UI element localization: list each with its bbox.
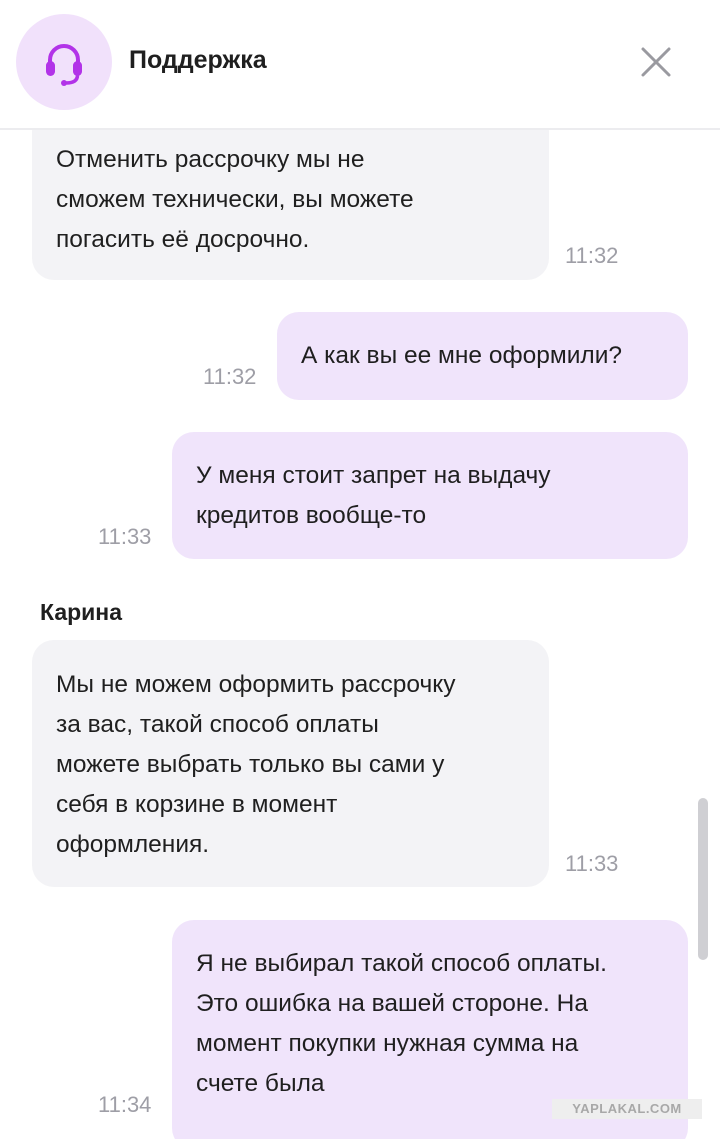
message-text: А как вы ее мне оформили? (301, 342, 623, 369)
message-time: 11:32 (565, 243, 619, 268)
message-list[interactable]: Отменить рассрочку мы не сможем техничес… (0, 130, 720, 1139)
headset-icon (46, 44, 82, 86)
message-text: Отменить рассрочку мы не сможем техничес… (56, 146, 414, 253)
outgoing-message: А как вы ее мне оформили? (277, 312, 688, 400)
close-icon (641, 47, 671, 77)
message-time: 11:33 (98, 524, 152, 549)
scrollbar[interactable] (698, 798, 708, 960)
close-button[interactable] (636, 42, 676, 82)
incoming-message: Мы не можем оформить рассрочку за вас, т… (32, 640, 549, 887)
message-text: Я не выбирал такой способ оплаты. Это ош… (196, 950, 607, 1097)
watermark: YAPLAKAL.COM (552, 1099, 702, 1119)
chat-title: Поддержка (129, 46, 267, 74)
message-time: 11:33 (565, 851, 619, 876)
outgoing-message: У меня стоит запрет на выдачу кредитов в… (172, 432, 688, 559)
message-time: 11:34 (98, 1092, 152, 1117)
chat-header: Поддержка (0, 0, 720, 130)
support-avatar (16, 14, 112, 110)
sender-name: Карина (40, 599, 122, 625)
message-text: Мы не можем оформить рассрочку за вас, т… (56, 671, 456, 858)
message-text: У меня стоит запрет на выдачу кредитов в… (196, 462, 551, 529)
incoming-message: Отменить рассрочку мы не сможем техничес… (32, 130, 549, 280)
message-time: 11:32 (203, 364, 257, 389)
